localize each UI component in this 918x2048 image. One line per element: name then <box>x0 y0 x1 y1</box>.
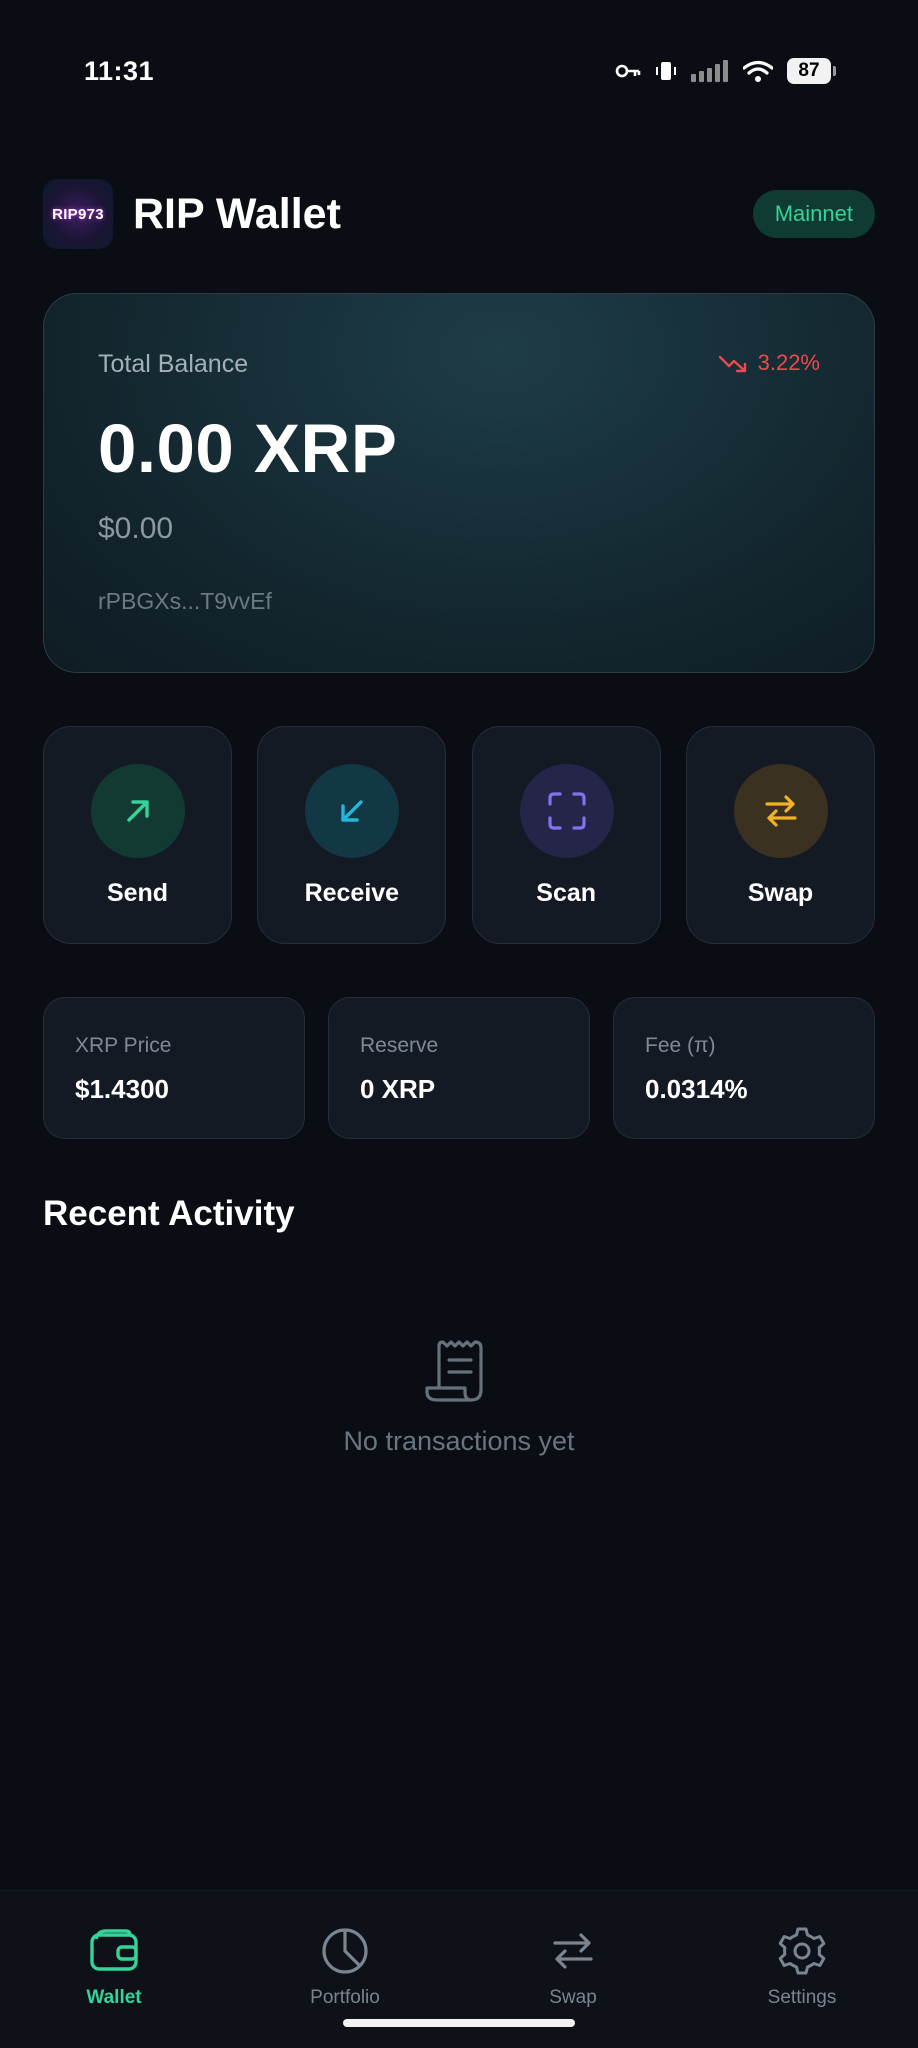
wifi-icon <box>743 60 773 82</box>
stat-fee: Fee (π) 0.0314% <box>613 997 875 1139</box>
nav-label: Portfolio <box>310 1987 380 2008</box>
stat-xrp-price: XRP Price $1.4300 <box>43 997 305 1139</box>
stats-row: XRP Price $1.4300 Reserve 0 XRP Fee (π) … <box>43 997 875 1139</box>
swap-icon-circle <box>733 764 828 858</box>
receive-button[interactable]: Receive <box>257 726 447 944</box>
scan-label: Scan <box>536 879 597 907</box>
app-logo: RIP973 <box>43 179 113 249</box>
balance-change: 3.22% <box>718 350 820 376</box>
send-icon-circle <box>91 764 185 858</box>
wallet-address[interactable]: rPBGXs...T9vvEf <box>98 588 272 615</box>
recent-activity-title: Recent Activity <box>43 1194 295 1233</box>
wallet-icon <box>90 1929 138 1971</box>
swap-icon <box>765 795 797 827</box>
app-logo-text: RIP973 <box>52 205 104 223</box>
pie-chart-icon <box>322 1928 368 1974</box>
stat-reserve: Reserve 0 XRP <box>328 997 590 1139</box>
home-indicator[interactable] <box>343 2019 575 2027</box>
balance-label: Total Balance <box>98 350 249 378</box>
stat-label: Reserve <box>360 1034 439 1057</box>
quick-actions: Send Receive Scan Swap <box>43 726 875 944</box>
receipt-icon <box>425 1340 483 1402</box>
vibrate-icon <box>656 62 676 80</box>
arrow-down-left-icon <box>341 800 364 822</box>
trending-down-icon <box>718 355 746 373</box>
scan-icon <box>548 792 586 830</box>
nav-settings[interactable]: Settings <box>712 1925 892 2009</box>
scan-icon-circle <box>519 764 614 858</box>
nav-label: Wallet <box>86 1987 142 2008</box>
status-icons: 87 <box>615 58 836 84</box>
status-time: 11:31 <box>84 56 155 86</box>
nav-label: Settings <box>767 1987 837 2008</box>
stat-label: Fee (π) <box>645 1034 716 1057</box>
nav-label: Swap <box>549 1987 597 2008</box>
empty-state-text: No transactions yet <box>343 1426 575 1456</box>
nav-portfolio[interactable]: Portfolio <box>255 1925 435 2009</box>
signal-icon <box>691 60 728 82</box>
balance-change-value: 3.22% <box>757 350 820 375</box>
receive-label: Receive <box>304 879 400 907</box>
swap-label: Swap <box>747 879 814 907</box>
scan-button[interactable]: Scan <box>471 726 661 944</box>
balance-card: Total Balance 3.22% 0.00 XRP $0.00 rPBGX… <box>43 293 875 673</box>
app-header: RIP973 RIP Wallet Mainnet <box>43 178 875 250</box>
stat-value: 0 XRP <box>360 1074 436 1104</box>
arrow-up-right-icon <box>127 800 149 822</box>
gear-icon <box>778 1927 826 1975</box>
balance-fiat: $0.00 <box>98 512 174 545</box>
swap-button[interactable]: Swap <box>685 726 875 944</box>
nav-swap[interactable]: Swap <box>483 1925 663 2009</box>
stat-label: XRP Price <box>75 1034 172 1057</box>
key-icon <box>615 64 641 78</box>
stat-value: 0.0314% <box>645 1074 748 1104</box>
send-button[interactable]: Send <box>43 726 232 944</box>
stat-value: $1.4300 <box>75 1074 169 1104</box>
status-bar: 11:31 87 <box>0 0 918 110</box>
balance-amount: 0.00 XRP <box>98 410 398 487</box>
send-label: Send <box>106 879 169 907</box>
app-title: RIP Wallet <box>133 190 341 238</box>
network-badge[interactable]: Mainnet <box>752 190 875 238</box>
battery-icon: 87 <box>787 58 836 84</box>
nav-wallet[interactable]: Wallet <box>24 1925 204 2009</box>
swap-icon <box>553 1933 593 1969</box>
battery-level: 87 <box>787 58 831 84</box>
receive-icon-circle <box>305 764 400 858</box>
